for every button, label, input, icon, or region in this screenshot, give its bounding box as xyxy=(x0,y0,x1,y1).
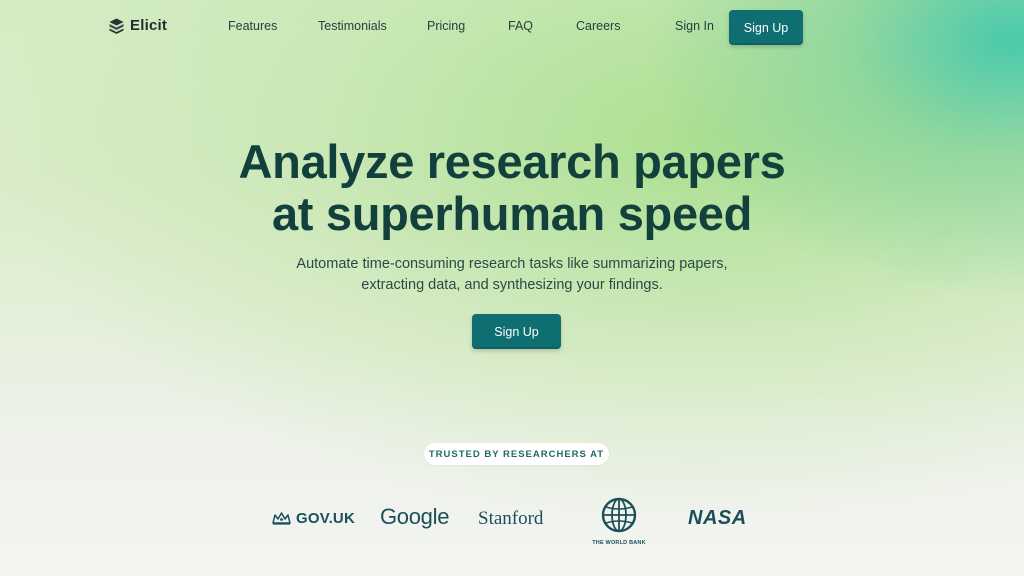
hero-title: Analyze research papers at superhuman sp… xyxy=(0,136,1024,240)
stanford-logo: Stanford xyxy=(478,508,544,529)
hero-subtitle-line-1: Automate time-consuming research tasks l… xyxy=(296,256,728,272)
partner-logos: GOV.UK Google Stanford THE WORLD BANK NA… xyxy=(0,495,1024,546)
gov-uk-text: GOV.UK xyxy=(296,510,355,527)
world-bank-text: THE WORLD BANK xyxy=(592,540,646,546)
globe-icon xyxy=(601,497,637,533)
hero-subtitle: Automate time-consuming research tasks l… xyxy=(0,254,1024,296)
brand-name: Elicit xyxy=(130,17,168,34)
hero-title-line-2: at superhuman speed xyxy=(271,187,753,240)
gov-uk-logo: GOV.UK xyxy=(272,510,355,527)
elicit-logo-icon xyxy=(109,18,124,34)
top-navigation: Elicit Features Testimonials Pricing FAQ… xyxy=(0,0,1024,52)
brand-logo[interactable]: Elicit xyxy=(109,17,167,34)
nav-sign-up-button[interactable]: Sign Up xyxy=(729,10,803,45)
google-logo: Google xyxy=(380,504,450,529)
hero-subtitle-line-2: extracting data, and synthesizing your f… xyxy=(361,277,663,293)
nav-link-pricing[interactable]: Pricing xyxy=(427,19,465,33)
sign-in-link[interactable]: Sign In xyxy=(675,19,714,33)
crown-icon xyxy=(272,512,291,525)
nav-link-features[interactable]: Features xyxy=(228,19,277,33)
nav-link-testimonials[interactable]: Testimonials xyxy=(318,19,387,33)
hero-sign-up-button[interactable]: Sign Up xyxy=(472,314,561,349)
nav-link-faq[interactable]: FAQ xyxy=(508,19,533,33)
world-bank-logo: THE WORLD BANK xyxy=(588,497,650,546)
trusted-by-badge: TRUSTED BY RESEARCHERS AT xyxy=(424,443,609,465)
hero-title-line-1: Analyze research papers xyxy=(238,135,786,188)
nav-link-careers[interactable]: Careers xyxy=(576,19,620,33)
nasa-logo: NASA xyxy=(688,507,747,529)
